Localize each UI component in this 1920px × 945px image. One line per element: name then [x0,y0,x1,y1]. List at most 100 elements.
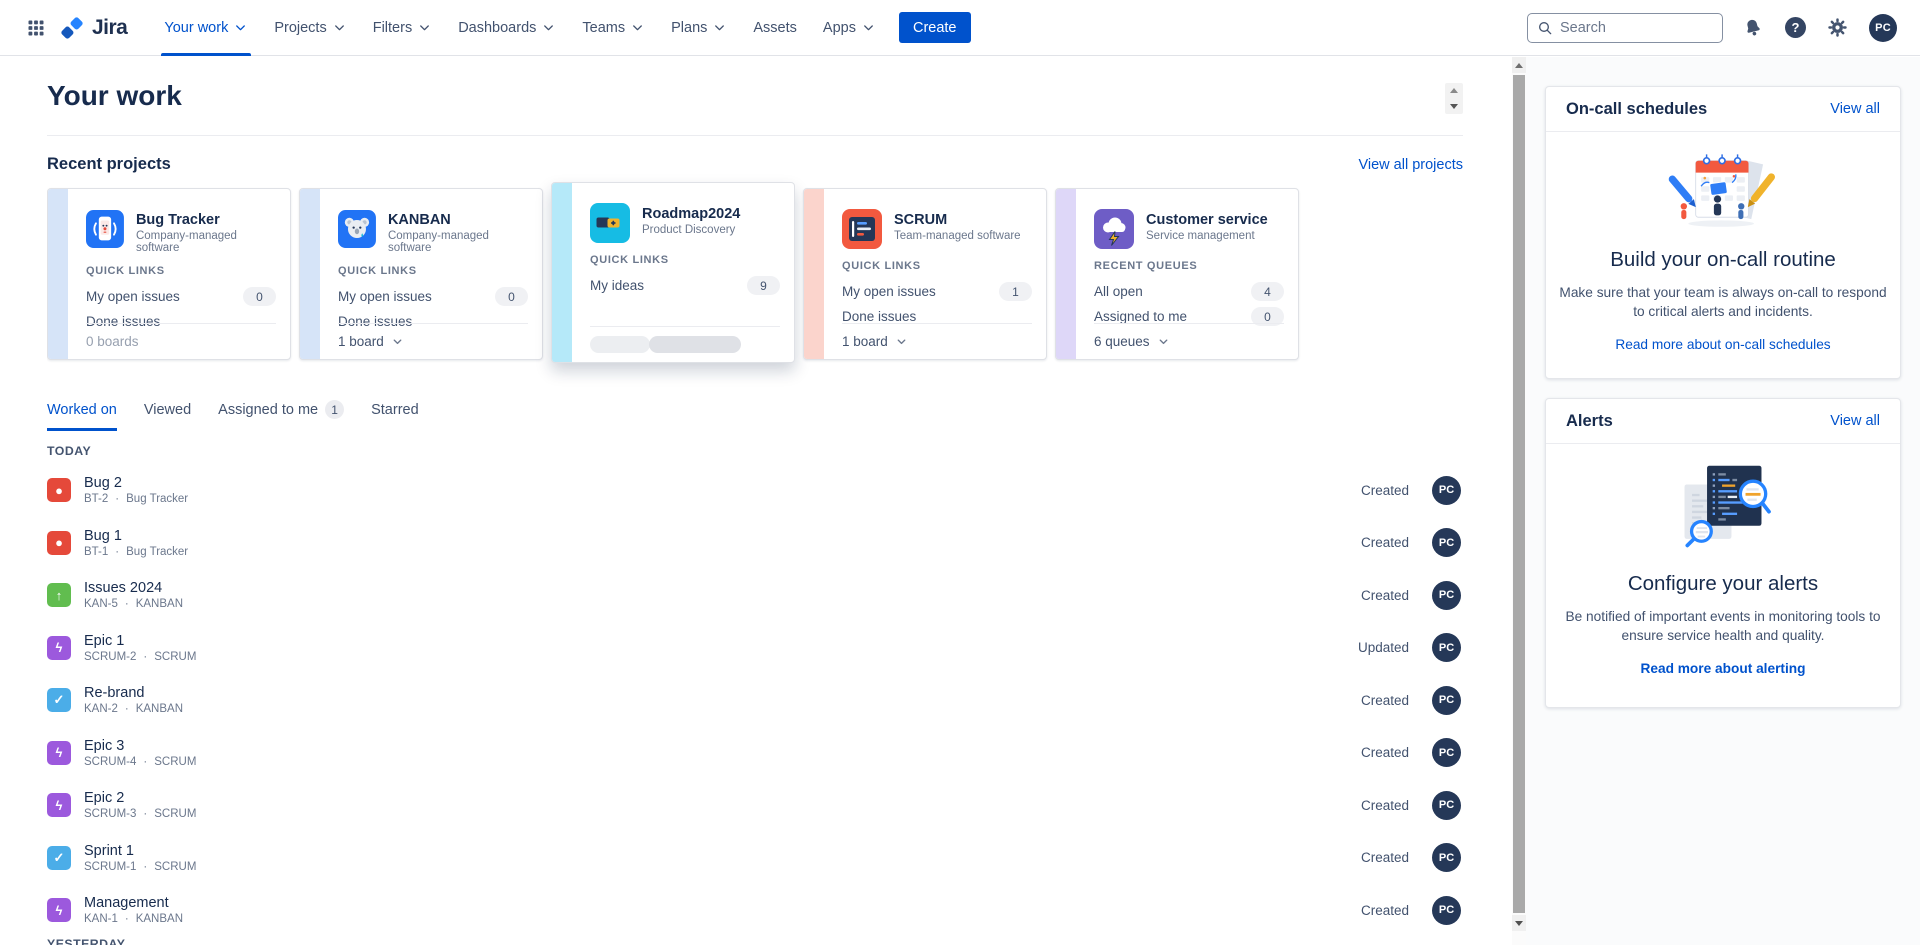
separator: · [143,860,148,873]
nav-assets[interactable]: Assets [740,0,810,56]
project-name[interactable]: SCRUM [894,212,1021,228]
issue-title[interactable]: Epic 1 [84,633,196,649]
project-card-customer-service[interactable]: Customer service Service management RECE… [1055,188,1299,360]
quick-link-my-ideas[interactable]: My ideas 9 [590,273,780,298]
quick-link-my-open-issues[interactable]: My open issues 1 [842,279,1032,304]
tab-assigned-to-me[interactable]: Assigned to me 1 [218,400,345,431]
spinner-control [1445,83,1463,114]
action-label: Updated [1357,640,1409,656]
on-call-schedules-card: On-call schedules View all Build your on… [1545,86,1901,379]
jira-logo-text: Jira [92,15,128,39]
alerts-illustration [1684,465,1771,548]
project-card-kanban[interactable]: KANBAN Company-managed software QUICK LI… [299,188,543,360]
project-name[interactable]: Roadmap2024 [642,206,740,222]
issue-title[interactable]: Epic 2 [84,790,196,806]
quick-links-label: QUICK LINKS [590,254,669,266]
work-item-row[interactable]: ↑ Issues 2024 KAN-5 · KANBAN Created PC [47,569,1463,622]
work-item-row[interactable]: ϟ Epic 1 SCRUM-2 · SCRUM Updated PC [47,622,1463,675]
project-card-scrum[interactable]: SCRUM Team-managed software QUICK LINKS … [803,188,1047,360]
separator: · [143,755,148,768]
recent-projects-heading: Recent projects [47,155,171,173]
alerts-card: Alerts View all Configure your alerts Be… [1545,398,1901,708]
issue-title[interactable]: Management [84,895,183,911]
project-card-bug-tracker[interactable]: Bug Tracker Company-managed software QUI… [47,188,291,360]
work-item-row[interactable]: ● Bug 1 BT-1 · Bug Tracker Created PC [47,517,1463,570]
vertical-scrollbar[interactable] [1512,57,1526,945]
work-item-row[interactable]: ϟ Epic 2 SCRUM-3 · SCRUM Created PC [47,779,1463,832]
nav-filters[interactable]: Filters [360,0,445,56]
quick-link-all-open[interactable]: All open 4 [1094,279,1284,304]
app-switcher-icon[interactable] [19,11,53,45]
header-divider [47,135,1463,136]
work-item-row[interactable]: ϟ Epic 3 SCRUM-4 · SCRUM Created PC [47,727,1463,780]
nav-dashboards[interactable]: Dashboards [445,0,569,56]
avatar: PC [1432,895,1461,925]
user-avatar[interactable]: PC [1869,13,1897,42]
work-item-row[interactable]: ✓ Sprint 1 SCRUM-1 · SCRUM Created PC [47,832,1463,885]
tab-worked-on[interactable]: Worked on [47,400,117,431]
quick-link-my-open-issues[interactable]: My open issues 0 [86,284,276,309]
action-label: Created [1360,482,1409,498]
project-name[interactable]: Bug Tracker [136,212,276,228]
issue-key: KAN-2 [84,703,118,716]
alerts-view-all-link[interactable]: View all [1830,413,1880,429]
issue-title[interactable]: Epic 3 [84,738,196,754]
spinner-up-button[interactable] [1445,83,1463,99]
quick-link-my-open-issues[interactable]: My open issues 0 [338,284,528,309]
on-call-view-all-link[interactable]: View all [1830,101,1880,117]
action-label: Created [1360,587,1409,603]
jira-logo[interactable]: Jira [59,15,128,41]
search-input[interactable] [1560,19,1700,36]
avatar: PC [1432,528,1461,558]
card-footer-queues[interactable]: 6 queues [1094,323,1284,359]
notifications-bell-icon[interactable] [1742,17,1764,39]
issue-title[interactable]: Bug 1 [84,528,188,544]
scrollbar-thumb[interactable] [1513,75,1525,913]
project-name[interactable]: Customer service [1146,212,1268,228]
card-footer-boards[interactable]: 1 board [338,323,528,359]
work-item-row[interactable]: ✓ Re-brand KAN-2 · KANBAN Created PC [47,674,1463,727]
work-item-row[interactable]: ϟ Management KAN-1 · KANBAN Created PC [47,884,1463,937]
scrollbar-up-button[interactable] [1512,57,1526,73]
quick-links-label: QUICK LINKS [86,265,165,277]
epic-icon: ϟ [47,898,71,923]
separator: · [143,650,148,663]
issue-key: BT-2 [84,493,109,506]
issue-title[interactable]: Issues 2024 [84,580,183,596]
skeleton-bar [590,336,650,353]
nav-teams[interactable]: Teams [569,0,658,56]
tab-starred[interactable]: Starred [371,400,419,431]
alerts-read-more-link[interactable]: Read more about alerting [1640,661,1805,676]
help-icon[interactable]: ? [1785,17,1806,38]
issue-title[interactable]: Sprint 1 [84,843,196,859]
separator: · [115,493,120,506]
spinner-down-button[interactable] [1445,99,1463,115]
action-label: Created [1360,535,1409,551]
on-call-description: Make sure that your team is always on-ca… [1559,285,1887,320]
scrollbar-down-button[interactable] [1512,915,1526,931]
tab-viewed[interactable]: Viewed [144,400,191,431]
issue-key: BT-1 [84,545,109,558]
chevron-down-icon [236,25,246,31]
top-navigation-bar: Jira Your work Projects Filters Dashboar… [0,0,1920,56]
project-name[interactable]: KANBAN [388,212,528,228]
nav-your-work[interactable]: Your work [151,0,261,56]
work-item-row[interactable]: ● Bug 2 BT-2 · Bug Tracker Created PC [47,464,1463,517]
nav-plans[interactable]: Plans [658,0,740,56]
issue-key: SCRUM-3 [84,808,137,821]
create-button[interactable]: Create [898,12,971,43]
issue-title[interactable]: Re-brand [84,685,183,701]
view-all-projects-link[interactable]: View all projects [1358,157,1463,173]
issue-title[interactable]: Bug 2 [84,475,188,491]
avatar: PC [1432,580,1461,610]
nav-apps[interactable]: Apps [810,0,889,56]
search-box[interactable] [1527,12,1723,43]
customer-service-project-icon [1094,209,1134,249]
settings-gear-icon[interactable] [1827,17,1848,38]
nav-projects[interactable]: Projects [261,0,359,56]
project-card-roadmap2024[interactable]: Roadmap2024 Product Discovery QUICK LINK… [551,182,795,363]
on-call-read-more-link[interactable]: Read more about on-call schedules [1615,337,1830,352]
card-footer-boards[interactable]: 1 board [842,323,1032,359]
issue-project: KANBAN [135,913,184,926]
issue-key: SCRUM-1 [84,860,137,873]
